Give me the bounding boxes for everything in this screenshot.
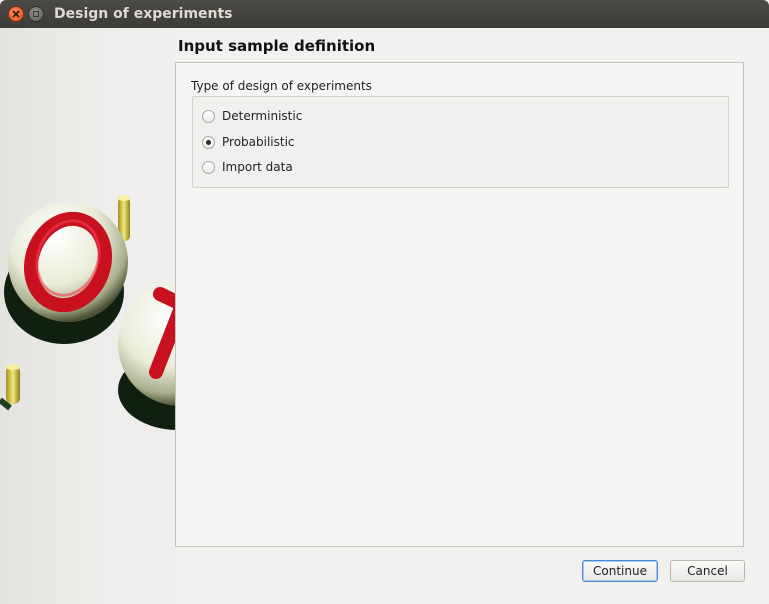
- radio-probabilistic[interactable]: Probabilistic: [202, 133, 295, 151]
- maximize-button[interactable]: [28, 6, 44, 22]
- radio-button[interactable]: [202, 109, 215, 123]
- wizard-side-image: [0, 28, 176, 604]
- radio-label: Deterministic: [222, 109, 303, 123]
- title-bar: Design of experiments: [0, 0, 769, 28]
- maximize-icon: [33, 11, 39, 17]
- cancel-button[interactable]: Cancel: [670, 560, 745, 582]
- continue-button[interactable]: Continue: [582, 560, 658, 582]
- ot-logo-icon: [0, 195, 176, 430]
- close-icon: [12, 10, 20, 18]
- dialog-window: Design of experiments Input sample defin…: [0, 0, 769, 604]
- doe-type-label: Type of design of experiments: [191, 79, 372, 93]
- radio-button[interactable]: [202, 135, 215, 149]
- window-title: Design of experiments: [54, 6, 233, 22]
- radio-deterministic[interactable]: Deterministic: [202, 107, 302, 125]
- radio-label: Probabilistic: [222, 135, 295, 149]
- radio-button[interactable]: [202, 160, 215, 174]
- close-button[interactable]: [8, 6, 24, 22]
- radio-label: Import data: [222, 160, 293, 174]
- page-title: Input sample definition: [178, 37, 376, 55]
- radio-import-data[interactable]: Import data: [202, 158, 293, 176]
